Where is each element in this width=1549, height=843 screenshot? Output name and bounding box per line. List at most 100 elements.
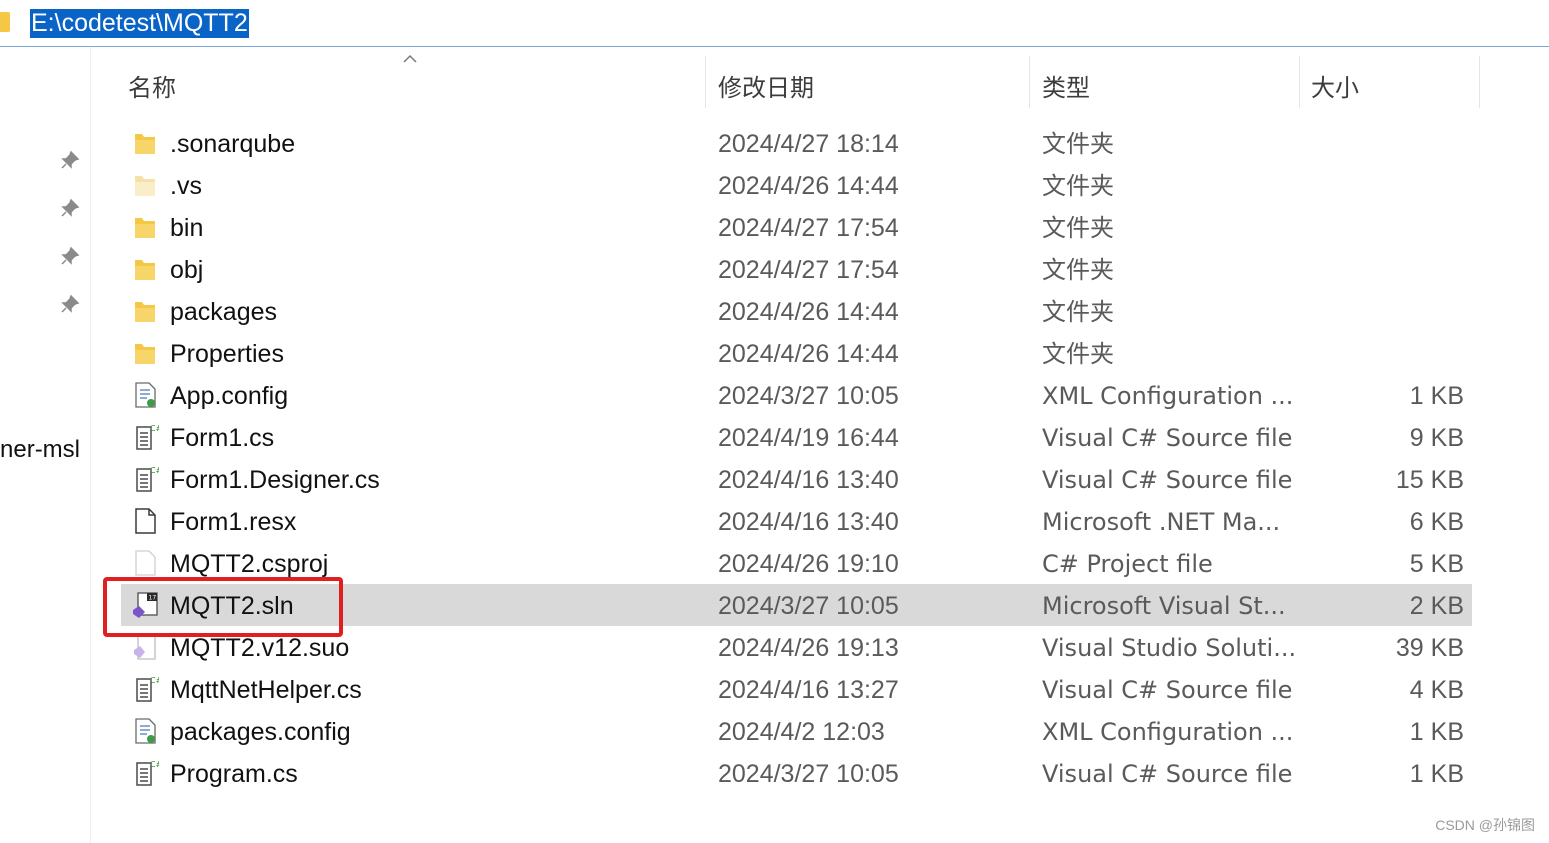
file-date: 2024/3/27 10:05 <box>718 592 899 620</box>
file-row[interactable]: Properties 2024/4/26 14:44 文件夹 <box>121 332 1472 374</box>
column-divider[interactable] <box>1299 56 1300 108</box>
folder-icon <box>131 338 159 368</box>
file-name: .sonarqube <box>170 130 296 158</box>
blank-file-icon <box>131 548 159 578</box>
nav-item-partial[interactable]: ner-msl <box>0 436 80 464</box>
folder-icon <box>131 254 159 284</box>
file-name: MQTT2.v12.suo <box>170 634 350 662</box>
file-size: 1 KB <box>1409 718 1464 746</box>
file-type: Visual C# Source file <box>1042 466 1293 494</box>
file-name: MqttNetHelper.cs <box>170 676 362 704</box>
file-date: 2024/4/16 13:27 <box>718 676 899 704</box>
file-date: 2024/4/16 13:40 <box>718 466 899 494</box>
file-date: 2024/3/27 10:05 <box>718 382 899 410</box>
file-row[interactable]: C# Form1.Designer.cs 2024/4/16 13:40 Visual… <box>121 458 1472 500</box>
file-name: Properties <box>170 340 284 368</box>
folder-icon <box>131 212 159 242</box>
file-type: XML Configuration ... <box>1042 718 1294 746</box>
file-type: 文件夹 <box>1042 340 1114 368</box>
address-bar[interactable]: E:\codetest\MQTT2 <box>0 0 1549 47</box>
file-name: packages <box>170 298 278 326</box>
pin-icon[interactable] <box>60 294 80 314</box>
highlight-annotation <box>103 577 343 637</box>
file-type: 文件夹 <box>1042 172 1114 200</box>
file-size: 5 KB <box>1409 550 1464 578</box>
file-row[interactable]: .sonarqube 2024/4/27 18:14 文件夹 <box>121 122 1472 164</box>
sort-ascending-icon <box>403 54 417 63</box>
file-type: 文件夹 <box>1042 298 1114 326</box>
file-date: 2024/4/26 14:44 <box>718 298 899 326</box>
file-size: 1 KB <box>1409 760 1464 788</box>
file-size: 39 KB <box>1395 634 1464 662</box>
csharp-file-icon: C# <box>131 674 163 704</box>
file-date: 2024/4/27 17:54 <box>718 214 899 242</box>
file-name: MQTT2.csproj <box>170 550 329 578</box>
address-path[interactable]: E:\codetest\MQTT2 <box>30 9 249 38</box>
column-divider[interactable] <box>1479 56 1480 108</box>
file-date: 2024/4/19 16:44 <box>718 424 899 452</box>
file-type: 文件夹 <box>1042 214 1114 242</box>
column-header-type[interactable]: 类型 <box>1042 68 1090 103</box>
file-date: 2024/4/26 14:44 <box>718 172 899 200</box>
file-type: Visual C# Source file <box>1042 676 1293 704</box>
file-type: Visual Studio Soluti... <box>1042 634 1297 662</box>
svg-text:C#: C# <box>150 760 159 769</box>
csharp-file-icon: C# <box>131 422 163 452</box>
file-row[interactable]: packages 2024/4/26 14:44 文件夹 <box>121 290 1472 332</box>
file-date: 2024/4/2 12:03 <box>718 718 885 746</box>
config-file-icon <box>131 380 159 410</box>
file-size: 1 KB <box>1409 382 1464 410</box>
file-name: Form1.resx <box>170 508 297 536</box>
file-size: 6 KB <box>1409 508 1464 536</box>
svg-text:C#: C# <box>150 676 159 685</box>
file-type: C# Project file <box>1042 550 1213 578</box>
file-row[interactable]: packages.config 2024/4/2 12:03 XML Configu… <box>121 710 1472 752</box>
file-size: 9 KB <box>1409 424 1464 452</box>
file-row[interactable]: .vs 2024/4/26 14:44 文件夹 <box>121 164 1472 206</box>
file-date: 2024/4/16 13:40 <box>718 508 899 536</box>
file-date: 2024/4/26 14:44 <box>718 340 899 368</box>
folder-icon <box>131 128 159 158</box>
file-date: 2024/4/27 17:54 <box>718 256 899 284</box>
svg-text:C#: C# <box>150 466 159 475</box>
file-name: packages.config <box>170 718 351 746</box>
file-name: App.config <box>170 382 289 410</box>
file-date: 2024/3/27 10:05 <box>718 760 899 788</box>
file-row[interactable]: bin 2024/4/27 17:54 文件夹 <box>121 206 1472 248</box>
pin-icon[interactable] <box>60 198 80 218</box>
file-date: 2024/4/27 18:14 <box>718 130 899 158</box>
file-name: Form1.Designer.cs <box>170 466 380 494</box>
resx-file-icon <box>131 506 159 536</box>
file-type: 文件夹 <box>1042 256 1114 284</box>
file-row[interactable]: C# Form1.cs 2024/4/19 16:44 Visual C# Sourc… <box>121 416 1472 458</box>
svg-text:C#: C# <box>150 424 159 433</box>
file-date: 2024/4/26 19:10 <box>718 550 899 578</box>
file-row[interactable]: App.config 2024/3/27 10:05 XML Configurati… <box>121 374 1472 416</box>
file-name: obj <box>170 256 204 284</box>
file-type: Visual C# Source file <box>1042 760 1293 788</box>
csharp-file-icon: C# <box>131 758 163 788</box>
file-row[interactable]: C# Program.cs 2024/3/27 10:05 Visual C# Sou… <box>121 752 1472 794</box>
pin-icon[interactable] <box>60 246 80 266</box>
file-size: 4 KB <box>1409 676 1464 704</box>
column-header-size[interactable]: 大小 <box>1311 68 1359 103</box>
file-name: bin <box>170 214 204 242</box>
folder-icon <box>0 12 10 32</box>
file-type: XML Configuration ... <box>1042 382 1294 410</box>
csharp-file-icon: C# <box>131 464 163 494</box>
file-type: Visual C# Source file <box>1042 424 1293 452</box>
column-header-name[interactable]: 名称 <box>128 68 176 103</box>
watermark: CSDN @孙锦图 <box>1435 817 1535 833</box>
file-name: Program.cs <box>170 760 298 788</box>
file-row[interactable]: C# MqttNetHelper.cs 2024/4/16 13:27 Visual … <box>121 668 1472 710</box>
folder-icon <box>131 296 159 326</box>
file-row[interactable]: Form1.resx 2024/4/16 13:40 Microsoft .NET … <box>121 500 1472 542</box>
file-row[interactable]: obj 2024/4/27 17:54 文件夹 <box>121 248 1472 290</box>
column-header-date[interactable]: 修改日期 <box>718 68 814 103</box>
file-type: Microsoft Visual St... <box>1042 592 1286 620</box>
file-name: .vs <box>170 172 202 200</box>
column-divider[interactable] <box>1029 56 1030 108</box>
pin-icon[interactable] <box>60 150 80 170</box>
folder-light-icon <box>131 170 159 200</box>
column-divider[interactable] <box>705 56 706 108</box>
